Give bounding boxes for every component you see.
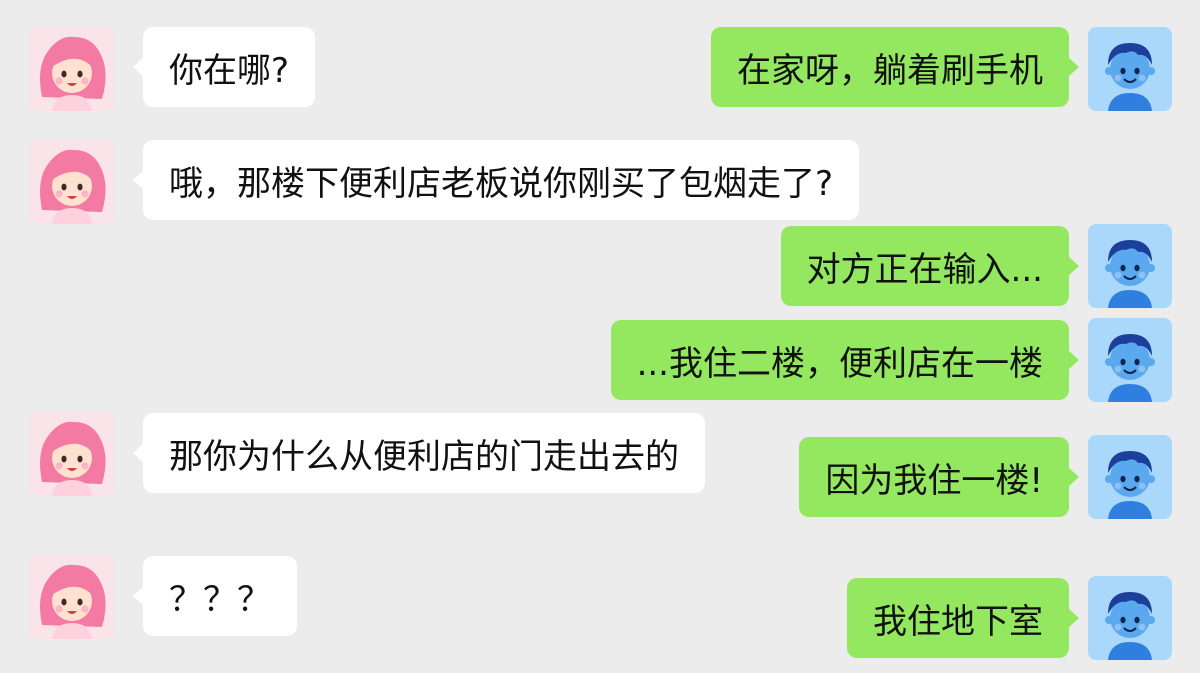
message-bubble-incoming[interactable]: 那你为什么从便利店的门走出去的 (133, 413, 705, 493)
boy-avatar-icon[interactable] (1088, 318, 1172, 402)
message-bubble-incoming[interactable]: 哦，那楼下便利店老板说你刚买了包烟走了? (132, 140, 860, 220)
chat-area: 你在哪? 在家呀，躺着刷手机 哦，那楼下便利店老板说你刚买了包烟走了? 对方正在… (0, 0, 1200, 673)
message-text: 在家呀，躺着刷手机 (737, 50, 1043, 91)
message-text: 因为我住一楼! (825, 460, 1043, 501)
message-bubble-outgoing[interactable]: 因为我住一楼! (799, 437, 1079, 517)
boy-avatar-icon[interactable] (1088, 27, 1172, 111)
message-bubble-outgoing[interactable]: 我住地下室 (847, 578, 1079, 658)
message-bubble-incoming[interactable]: ？？？ (133, 556, 297, 636)
message-text: 我住地下室 (873, 601, 1043, 642)
message-bubble-incoming[interactable]: 你在哪? (132, 27, 316, 107)
girl-avatar-icon[interactable] (30, 412, 114, 496)
boy-avatar-icon[interactable] (1088, 435, 1172, 519)
boy-avatar-icon[interactable] (1088, 224, 1172, 308)
message-bubble-outgoing[interactable]: 对方正在输入... (780, 226, 1080, 306)
girl-avatar-icon[interactable] (30, 140, 114, 224)
message-text: ...我住二楼，便利店在一楼 (636, 343, 1043, 384)
message-text: 对方正在输入... (806, 249, 1043, 290)
message-text: ？？？ (169, 579, 271, 620)
message-text: 哦，那楼下便利店老板说你刚买了包烟走了? (169, 163, 834, 204)
message-text: 那你为什么从便利店的门走出去的 (169, 436, 679, 477)
message-text: 你在哪? (169, 50, 290, 91)
message-bubble-outgoing[interactable]: 在家呀，躺着刷手机 (711, 27, 1079, 107)
girl-avatar-icon[interactable] (30, 555, 114, 639)
girl-avatar-icon[interactable] (30, 27, 114, 111)
message-bubble-outgoing[interactable]: ...我住二楼，便利店在一楼 (610, 320, 1080, 400)
boy-avatar-icon[interactable] (1088, 576, 1172, 660)
